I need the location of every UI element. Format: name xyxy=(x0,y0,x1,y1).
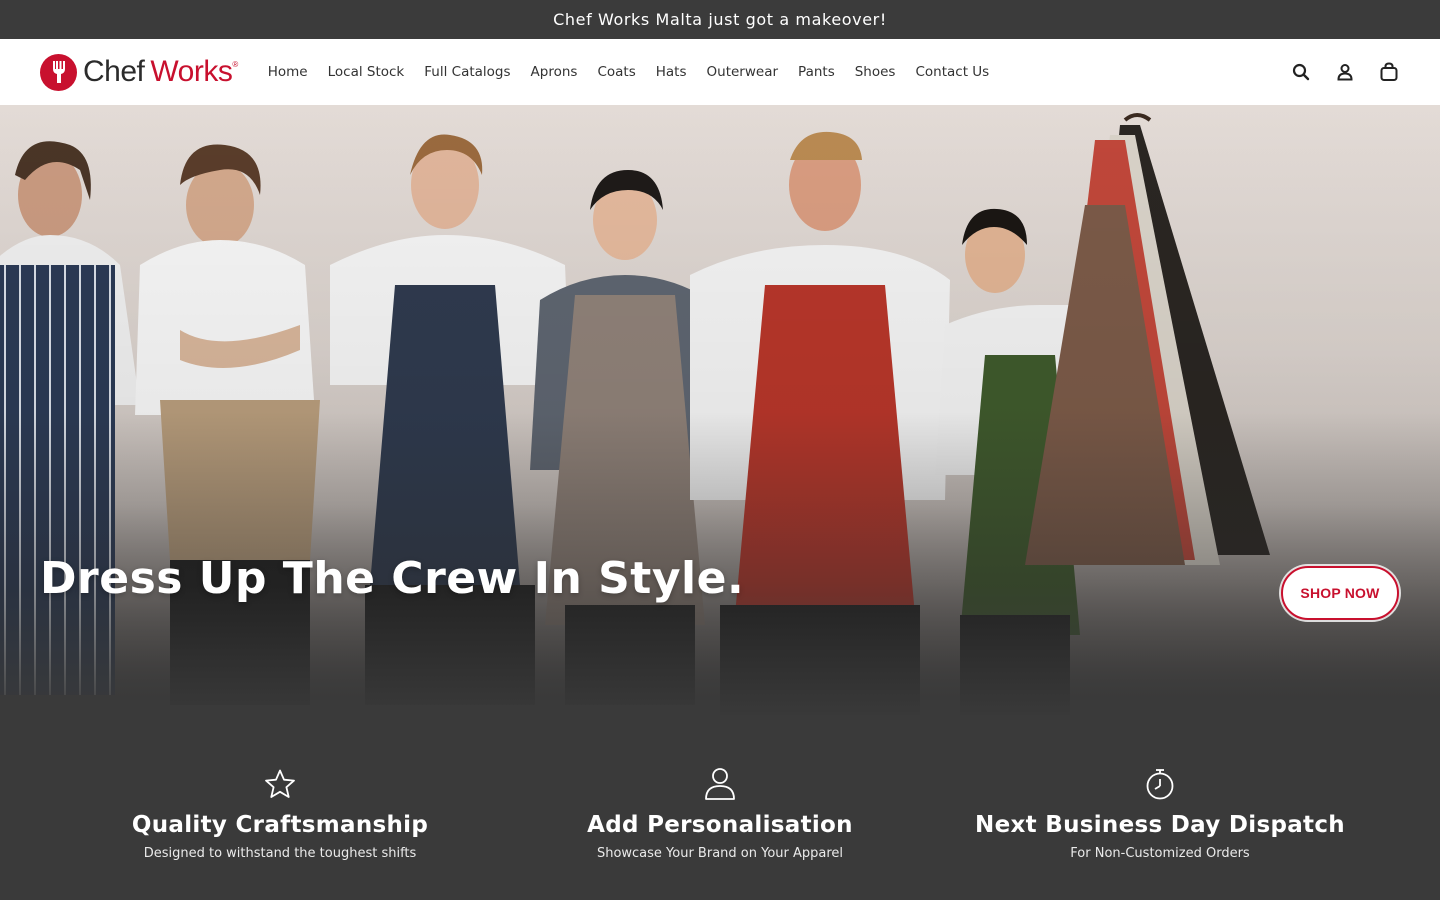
star-icon xyxy=(264,766,296,802)
feature-subtitle: Designed to withstand the toughest shift… xyxy=(143,846,417,861)
nav-item-shoes[interactable]: Shoes xyxy=(845,58,906,86)
header-actions xyxy=(1290,61,1400,83)
announcement-bar: Chef Works Malta just got a makeover! xyxy=(0,0,1440,39)
feature-personalisation: Add Personalisation Showcase Your Brand … xyxy=(520,720,920,900)
nav-item-local-stock[interactable]: Local Stock xyxy=(318,58,415,86)
feature-dispatch: Next Business Day Dispatch For Non-Custo… xyxy=(960,720,1360,900)
hero-title: Dress Up The Crew In Style. xyxy=(40,553,745,604)
nav-item-home[interactable]: Home xyxy=(258,58,318,86)
main-nav: Home Local Stock Full Catalogs Aprons Co… xyxy=(258,58,999,86)
hero-banner: Dress Up The Crew In Style. SHOP NOW xyxy=(0,105,1440,720)
search-icon[interactable] xyxy=(1290,61,1312,83)
hero-gradient-overlay xyxy=(0,105,1440,720)
trademark-mark: ® xyxy=(232,60,238,69)
nav-item-contact-us[interactable]: Contact Us xyxy=(905,58,999,86)
nav-item-pants[interactable]: Pants xyxy=(788,58,845,86)
account-icon[interactable] xyxy=(1334,61,1356,83)
cart-icon[interactable] xyxy=(1378,61,1400,83)
feature-quality: Quality Craftsmanship Designed to withst… xyxy=(80,720,480,900)
shop-now-button[interactable]: SHOP NOW xyxy=(1281,566,1399,620)
nav-item-full-catalogs[interactable]: Full Catalogs xyxy=(414,58,520,86)
feature-title: Next Business Day Dispatch xyxy=(975,812,1345,838)
announcement-text: Chef Works Malta just got a makeover! xyxy=(553,10,887,29)
user-icon xyxy=(704,766,736,802)
fork-logo-icon xyxy=(40,53,77,91)
brand-logo[interactable]: Chef Works® xyxy=(40,53,238,91)
feature-title: Add Personalisation xyxy=(587,812,853,838)
brand-wordmark: Chef Works® xyxy=(83,57,238,87)
nav-item-coats[interactable]: Coats xyxy=(587,58,645,86)
feature-subtitle: Showcase Your Brand on Your Apparel xyxy=(596,846,844,861)
nav-item-outerwear[interactable]: Outerwear xyxy=(697,58,789,86)
site-header: Chef Works® Home Local Stock Full Catalog… xyxy=(0,39,1440,105)
feature-title: Quality Craftsmanship xyxy=(131,812,429,838)
stopwatch-icon xyxy=(1144,766,1176,802)
nav-item-hats[interactable]: Hats xyxy=(646,58,697,86)
features-strip: Quality Craftsmanship Designed to withst… xyxy=(0,720,1440,900)
brand-name-part2: Works xyxy=(150,55,233,88)
nav-item-aprons[interactable]: Aprons xyxy=(521,58,588,86)
feature-subtitle: For Non-Customized Orders xyxy=(1070,846,1250,861)
brand-name-part1: Chef xyxy=(83,55,145,88)
